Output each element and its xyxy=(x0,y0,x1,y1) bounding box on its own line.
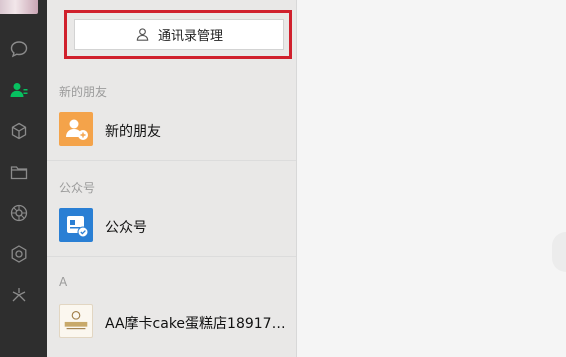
contact-avatar xyxy=(59,304,93,338)
section-title-official-accounts: 公众号 xyxy=(59,181,96,195)
nav-rail xyxy=(0,0,47,357)
list-item-label: 公众号 xyxy=(105,220,147,236)
avatar[interactable] xyxy=(0,0,38,14)
section-title-new-friends: 新的朋友 xyxy=(59,85,108,99)
new-friends-icon xyxy=(59,112,93,146)
scroll-handle[interactable] xyxy=(552,232,566,272)
search-icon[interactable] xyxy=(0,282,38,308)
section-title-a: A xyxy=(59,275,68,289)
mini-programs-icon[interactable] xyxy=(0,241,38,267)
moments-icon[interactable] xyxy=(0,200,38,226)
highlight-box: 通讯录管理 xyxy=(64,10,292,59)
list-item-contact[interactable]: AA摩卡cake蛋糕店189175... xyxy=(47,294,296,350)
favorites-icon[interactable] xyxy=(0,118,38,144)
chat-icon[interactable] xyxy=(0,36,38,62)
list-item-new-friends[interactable]: 新的朋友 xyxy=(47,102,296,158)
contacts-manage-button[interactable]: 通讯录管理 xyxy=(74,19,284,50)
contacts-panel: 通讯录管理 新的朋友 新的朋友 公众号 公众号 A AA摩卡cake蛋糕店189… xyxy=(47,0,297,357)
files-icon[interactable] xyxy=(0,159,38,185)
divider xyxy=(47,256,296,257)
list-item-label: AA摩卡cake蛋糕店189175... xyxy=(105,316,291,332)
list-item-label: 新的朋友 xyxy=(105,124,161,140)
list-item-official-accounts[interactable]: 公众号 xyxy=(47,198,296,254)
official-account-icon xyxy=(59,208,93,242)
contacts-icon[interactable] xyxy=(0,77,38,103)
person-icon xyxy=(136,28,149,41)
main-content xyxy=(297,0,566,357)
manage-button-label: 通讯录管理 xyxy=(157,29,223,44)
divider xyxy=(47,160,296,161)
